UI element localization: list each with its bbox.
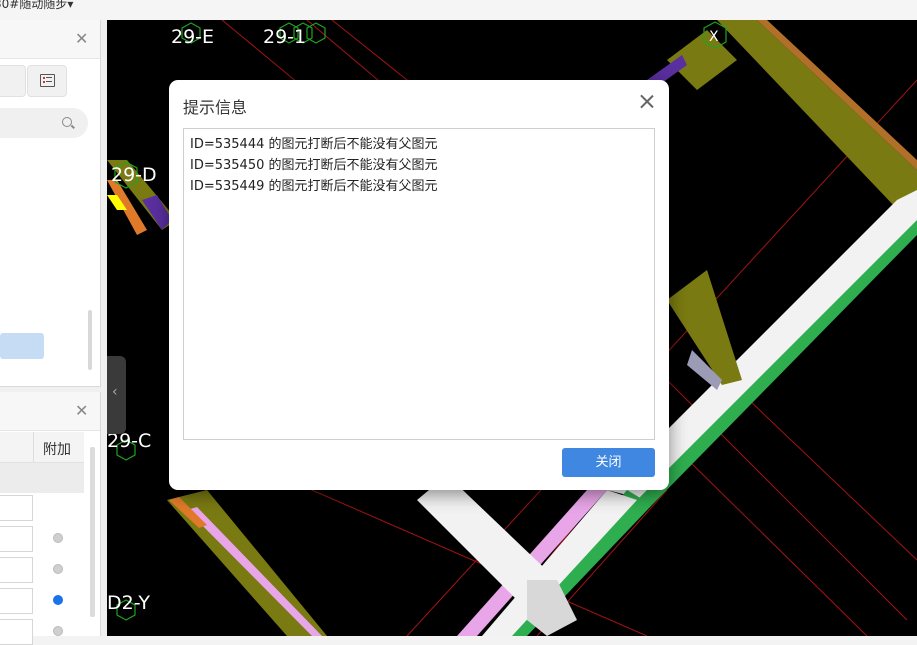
scrollbar[interactable] bbox=[88, 310, 92, 370]
axis-label: 29-1 bbox=[263, 26, 307, 48]
attach-radio-selected[interactable] bbox=[53, 595, 63, 605]
search-input[interactable] bbox=[0, 108, 88, 138]
table-cell-input[interactable] bbox=[0, 526, 33, 552]
wall-pink bbox=[187, 507, 322, 636]
component-pane-header: ✕ bbox=[0, 20, 100, 59]
pane-close-icon[interactable]: ✕ bbox=[75, 401, 88, 420]
message-textarea[interactable]: ID=535444 的图元打断后不能没有父图元 ID=535450 的图元打断后… bbox=[183, 128, 655, 440]
pane-close-icon[interactable]: ✕ bbox=[75, 29, 88, 48]
floor-dropdown[interactable]: 30#随动随步▾ bbox=[0, 0, 73, 12]
close-icon[interactable] bbox=[636, 90, 658, 114]
message-line: ID=535450 的图元打断后不能没有父图元 bbox=[190, 158, 438, 173]
wall-edge bbox=[757, 20, 917, 170]
axis-label: D2-Y bbox=[107, 592, 150, 614]
axis-label: 29-D bbox=[111, 164, 157, 186]
attach-radio[interactable] bbox=[53, 533, 63, 543]
axis-label: X bbox=[709, 29, 719, 45]
property-pane: ✕ 附加 bbox=[0, 392, 101, 645]
attach-radio[interactable] bbox=[53, 564, 63, 574]
chevron-left-icon: ‹ bbox=[112, 384, 118, 400]
list-icon bbox=[40, 74, 55, 87]
table-cell-input[interactable] bbox=[0, 557, 33, 583]
action-button[interactable] bbox=[0, 333, 44, 359]
scrollbar[interactable] bbox=[90, 447, 95, 617]
dialog-title: 提示信息 bbox=[183, 98, 248, 117]
axis-label: 29-E bbox=[171, 26, 215, 48]
wall-olive bbox=[717, 20, 917, 230]
property-pane-header: ✕ bbox=[0, 392, 100, 431]
left-panel: ✕ ✕ 附加 bbox=[0, 20, 108, 645]
table-cell-input[interactable] bbox=[0, 588, 33, 614]
message-line: ID=535444 的图元打断后不能没有父图元 bbox=[190, 137, 438, 152]
column-divider bbox=[33, 432, 34, 462]
panel-collapse-handle[interactable]: ‹ bbox=[107, 356, 126, 434]
close-button[interactable]: 关闭 bbox=[562, 448, 655, 477]
tool-button[interactable] bbox=[0, 65, 26, 97]
message-line: ID=535449 的图元打断后不能没有父图元 bbox=[190, 179, 438, 194]
attach-radio[interactable] bbox=[53, 626, 63, 636]
info-dialog: 提示信息 ID=535444 的图元打断后不能没有父图元 ID=535450 的… bbox=[169, 80, 669, 490]
table-group-row bbox=[0, 463, 84, 493]
wall-green-edge bbox=[637, 220, 917, 505]
search-icon[interactable] bbox=[62, 117, 72, 127]
top-toolbar: 30#随动随步▾ bbox=[0, 0, 917, 21]
list-view-button[interactable] bbox=[27, 65, 67, 97]
component-pane: ✕ bbox=[0, 20, 101, 387]
table-header: 附加 bbox=[0, 432, 84, 463]
column-header-extra: 附加 bbox=[43, 442, 71, 458]
table-cell-input[interactable] bbox=[0, 495, 33, 521]
table-cell-input[interactable] bbox=[0, 619, 33, 645]
